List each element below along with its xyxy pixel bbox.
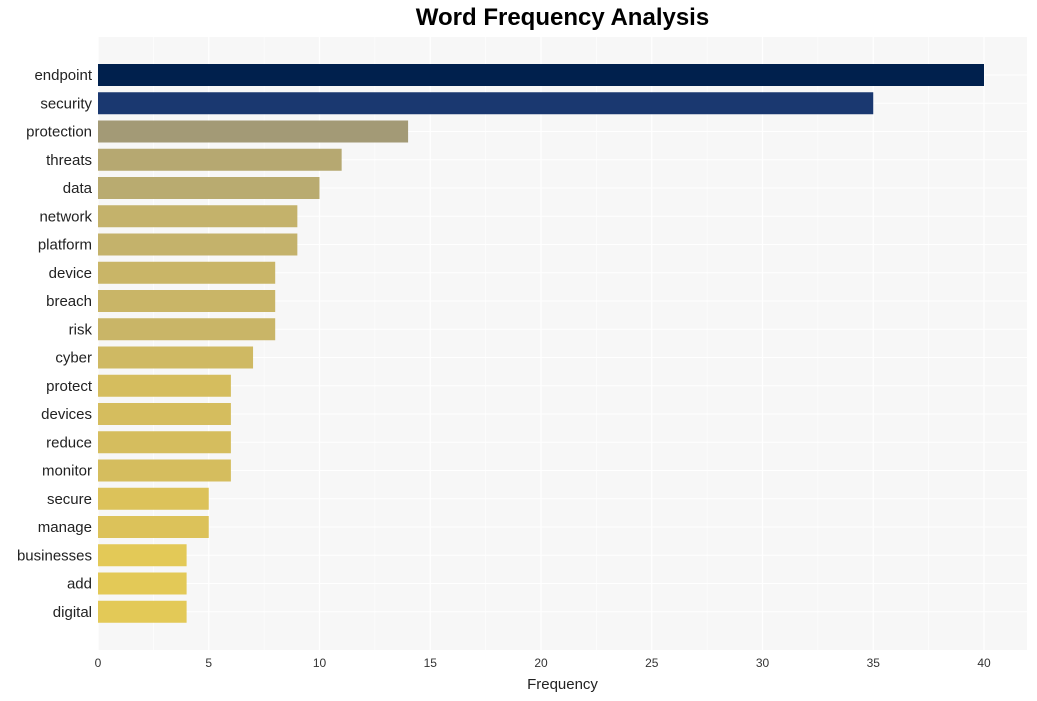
bar-businesses (98, 544, 187, 567)
x-tick-label: 0 (95, 656, 102, 670)
x-tick-label: 30 (756, 656, 770, 670)
x-tick-label: 15 (424, 656, 438, 670)
category-label-device: device (49, 265, 92, 282)
bar-risk (98, 318, 276, 341)
category-label-reduce: reduce (46, 434, 92, 451)
bar-manage (98, 516, 209, 538)
bar-secure (98, 487, 209, 510)
category-label-digital: digital (53, 604, 92, 621)
bar-security (98, 92, 874, 115)
bar-threats (98, 148, 342, 171)
category-label-breach: breach (46, 293, 92, 310)
bar-data (98, 177, 320, 199)
category-label-cyber: cyber (55, 350, 92, 367)
chart-area: endpoint security protection threats data net… (17, 37, 1027, 693)
category-label-threats: threats (46, 152, 92, 169)
bar-cyber (98, 346, 254, 369)
bar-devices (98, 403, 231, 425)
bar-network (98, 205, 298, 228)
bar-protect (98, 374, 231, 397)
category-label-monitor: monitor (42, 463, 92, 480)
x-tick-label: 40 (977, 656, 991, 670)
category-label-add: add (67, 576, 92, 593)
bar-protection (98, 120, 409, 143)
x-tick-labels: 0 5 10 15 20 25 30 35 40 (95, 656, 991, 670)
bar-breach (98, 290, 276, 312)
x-tick-label: 5 (205, 656, 212, 670)
category-label-secure: secure (47, 491, 92, 508)
bar-device (98, 261, 276, 284)
category-label-devices: devices (41, 406, 92, 423)
x-tick-label: 10 (313, 656, 327, 670)
bar-reduce (98, 431, 231, 454)
category-labels: endpoint security protection threats data net… (17, 67, 93, 621)
bar-monitor (98, 459, 231, 482)
category-label-manage: manage (38, 519, 92, 536)
category-label-security: security (40, 95, 92, 112)
x-tick-label: 25 (645, 656, 659, 670)
x-tick-label: 35 (867, 656, 881, 670)
category-label-businesses: businesses (17, 547, 92, 564)
category-label-platform: platform (38, 237, 92, 254)
x-tick-label: 20 (534, 656, 548, 670)
category-label-risk: risk (69, 321, 93, 338)
x-axis-title: Frequency (527, 676, 598, 693)
bar-digital (98, 600, 187, 623)
category-label-endpoint: endpoint (34, 67, 92, 84)
category-label-protect: protect (46, 378, 93, 395)
category-label-protection: protection (26, 124, 92, 141)
bar-endpoint (98, 64, 984, 86)
category-label-data: data (63, 180, 93, 197)
bar-platform (98, 233, 298, 256)
category-label-network: network (39, 208, 92, 225)
bar-add (98, 572, 187, 595)
